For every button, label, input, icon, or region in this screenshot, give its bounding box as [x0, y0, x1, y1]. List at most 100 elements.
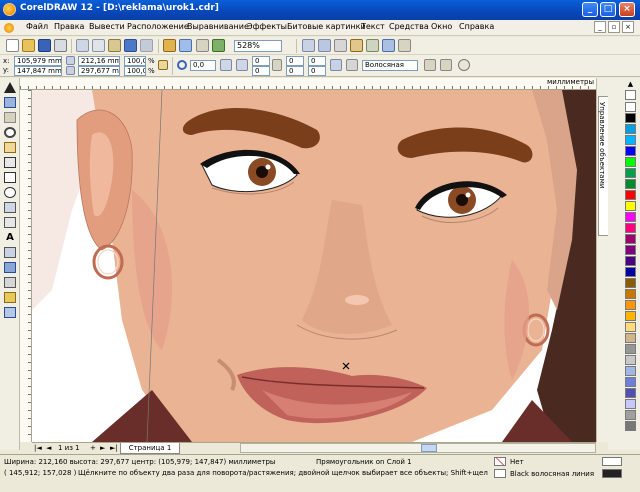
- color-swatch[interactable]: [625, 421, 636, 431]
- color-management-icon[interactable]: [382, 39, 395, 52]
- save-icon[interactable]: [38, 39, 51, 52]
- color-swatch[interactable]: [625, 168, 636, 178]
- import-icon[interactable]: [163, 39, 176, 52]
- horizontal-ruler[interactable]: миллиметры: [20, 78, 596, 90]
- outline-offset-top-field[interactable]: 0: [308, 56, 326, 66]
- options-icon[interactable]: [366, 39, 379, 52]
- polygon-tool-icon[interactable]: [4, 202, 16, 213]
- vertical-ruler[interactable]: [20, 90, 32, 442]
- menu-tools[interactable]: Средства: [389, 22, 429, 31]
- copy-icon[interactable]: [92, 39, 105, 52]
- horizontal-scroll-thumb[interactable]: [421, 444, 437, 452]
- drawing-canvas[interactable]: [32, 90, 596, 442]
- text-tool-icon[interactable]: A: [4, 232, 16, 243]
- paste-icon[interactable]: [108, 39, 121, 52]
- color-swatch[interactable]: [625, 179, 636, 189]
- color-swatch[interactable]: [625, 410, 636, 420]
- lock-ratio-icon[interactable]: [158, 60, 168, 70]
- y-position-field[interactable]: 147,847 mm: [14, 66, 62, 76]
- fill-tool-icon[interactable]: [4, 292, 16, 303]
- color-swatch[interactable]: [625, 190, 636, 200]
- corner-bottom-right-field[interactable]: 0: [286, 66, 304, 76]
- x-position-field[interactable]: 105,979 mm: [14, 56, 62, 66]
- document-icon[interactable]: [4, 23, 14, 33]
- cut-icon[interactable]: [76, 39, 89, 52]
- color-swatch[interactable]: [625, 311, 636, 321]
- height-field[interactable]: 297,677 mm: [78, 66, 120, 76]
- smart-fill-tool-icon[interactable]: [4, 157, 16, 168]
- eyedropper-tool-icon[interactable]: [4, 262, 16, 273]
- close-button[interactable]: ×: [619, 2, 635, 17]
- color-swatch[interactable]: [625, 135, 636, 145]
- menu-help[interactable]: Справка: [459, 22, 494, 31]
- last-page-button[interactable]: ►|: [110, 444, 118, 452]
- minimize-button[interactable]: _: [582, 2, 598, 17]
- doc-minimize-button[interactable]: _: [594, 21, 606, 33]
- color-swatch[interactable]: [625, 124, 636, 134]
- outline-pen-icon[interactable]: [346, 59, 358, 71]
- color-swatch[interactable]: [625, 223, 636, 233]
- maximize-button[interactable]: □: [600, 2, 616, 17]
- color-swatch[interactable]: [625, 300, 636, 310]
- scale-x-field[interactable]: 100,0: [124, 56, 146, 66]
- portrait-illustration[interactable]: [32, 90, 596, 442]
- color-swatch[interactable]: [625, 344, 636, 354]
- color-swatch[interactable]: [625, 399, 636, 409]
- first-page-button[interactable]: |◄: [34, 444, 42, 452]
- next-page-button[interactable]: ►: [100, 444, 105, 452]
- width-field[interactable]: 212,16 mm: [78, 56, 120, 66]
- color-swatch[interactable]: [625, 377, 636, 387]
- dynamic-guides-icon[interactable]: [350, 39, 363, 52]
- convert-to-curves-icon[interactable]: [458, 59, 470, 71]
- zoom-level-select[interactable]: 528%: [234, 40, 282, 52]
- horizontal-scrollbar[interactable]: [240, 443, 596, 453]
- to-front-icon[interactable]: [424, 59, 436, 71]
- fill-indicator-icon[interactable]: [494, 457, 506, 466]
- color-swatch[interactable]: [625, 366, 636, 376]
- doc-restore-button[interactable]: ▫: [608, 21, 620, 33]
- color-swatch[interactable]: [625, 256, 636, 266]
- color-swatch[interactable]: [625, 322, 636, 332]
- outline-offset-bottom-field[interactable]: 0: [308, 66, 326, 76]
- menu-effects[interactable]: Эффекты: [247, 22, 287, 31]
- color-swatch[interactable]: [625, 234, 636, 244]
- menu-bitmaps[interactable]: Битовые картинки: [287, 22, 366, 31]
- application-launcher-icon[interactable]: [196, 39, 209, 52]
- wrap-text-icon[interactable]: [330, 59, 342, 71]
- add-page-button[interactable]: +: [90, 444, 96, 452]
- snap-to-grid-icon[interactable]: [302, 39, 315, 52]
- color-swatch[interactable]: [625, 355, 636, 365]
- zoom-tool-icon[interactable]: [4, 127, 16, 138]
- freehand-tool-icon[interactable]: [4, 142, 16, 153]
- nose-highlight-shape[interactable]: [345, 295, 369, 305]
- outline-preview-swatch[interactable]: [602, 469, 622, 478]
- color-swatch[interactable]: [625, 388, 636, 398]
- color-swatch[interactable]: [625, 146, 636, 156]
- page-tab-1[interactable]: Страница 1: [120, 443, 180, 454]
- color-swatch[interactable]: [625, 267, 636, 277]
- color-swatch[interactable]: [625, 245, 636, 255]
- outline-indicator-icon[interactable]: [494, 469, 506, 478]
- no-color-swatch[interactable]: [625, 90, 636, 100]
- color-swatch[interactable]: [625, 113, 636, 123]
- rotation-angle-field[interactable]: 0,0: [190, 60, 216, 71]
- menu-layout[interactable]: Расположение: [127, 22, 189, 31]
- color-swatch[interactable]: [625, 289, 636, 299]
- fill-preview-swatch[interactable]: [602, 457, 622, 466]
- menu-file[interactable]: Файл: [26, 22, 48, 31]
- menu-window[interactable]: Окно: [431, 22, 452, 31]
- outline-tool-icon[interactable]: [4, 277, 16, 288]
- color-swatch[interactable]: [625, 333, 636, 343]
- left-eye-highlight-shape[interactable]: [265, 164, 271, 170]
- scale-y-field[interactable]: 100,0: [124, 66, 146, 76]
- rectangle-tool-icon[interactable]: [4, 172, 16, 183]
- color-swatch[interactable]: [625, 157, 636, 167]
- export-icon[interactable]: [179, 39, 192, 52]
- color-swatch[interactable]: [625, 201, 636, 211]
- corner-top-right-field[interactable]: 0: [286, 56, 304, 66]
- outline-width-select[interactable]: Волосяная: [362, 60, 418, 71]
- crop-tool-icon[interactable]: [4, 112, 16, 123]
- pick-tool-icon[interactable]: [4, 82, 16, 93]
- shape-tool-icon[interactable]: [4, 97, 16, 108]
- new-icon[interactable]: [6, 39, 19, 52]
